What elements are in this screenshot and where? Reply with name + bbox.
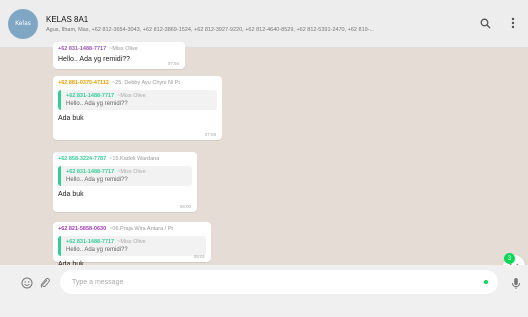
quoted-message[interactable]: +62 831-1488-7717 ~Miss Olive Hello.. Ada… [58,166,192,186]
sender-phone: +62 821-5858-0630 [58,226,107,232]
message-text: Hello.. Ada yg remidi?? [58,56,130,63]
quote-phone: +62 831-1488-7717 [66,169,115,175]
quote-phone: +62 831-1488-7717 [66,239,115,245]
chat-header[interactable]: Kelas KELAS 8A1 Agus, Ilham, Mas, +62 81… [0,0,528,48]
quote-sender: +62 831-1488-7717 ~Miss Olive [66,93,212,99]
quoted-message[interactable]: +62 831-1488-7717 ~Miss Olive Hello.. Ada… [58,236,206,256]
sender-name: ~06.Praja Wira Antara / Pt [109,226,173,232]
message-bubble[interactable]: +62 831-1488-7717 ~Miss Olive Hello.. Ada… [53,42,185,69]
unread-badge: 3 [504,253,515,264]
quote-name: ~Miss Olive [117,169,146,175]
search-icon[interactable] [478,16,492,30]
composer-bar: Type a message [0,265,528,317]
quote-text: Hello.. Ada yg remidi?? [66,247,128,253]
group-name: KELAS 8A1 [46,14,89,24]
message-sender: +62 858-3224-7787 ~15.Kadek Wardana [58,156,192,162]
message-time: 07:58 [204,132,216,137]
status-dot [484,280,488,284]
message-sender: +62 831-1488-7717 ~Miss Olive [58,46,180,52]
quote-text: Hello.. Ada yg remidi?? [66,177,128,183]
sender-name: ~Miss Olive [109,46,138,52]
message-bubble[interactable]: +62 881-0375-47112 ~25. Debby Ayu Chyni N… [53,76,222,140]
quote-text: Hello.. Ada yg remidi?? [66,101,128,107]
message-sender: +62 821-5858-0630 ~06.Praja Wira Antara /… [58,226,206,232]
message-time: 08:00 [179,204,191,209]
group-members: Agus, Ilham, Mas, +62 812-3654-3043, +62… [46,26,375,33]
quote-phone: +62 831-1488-7717 [66,93,115,99]
group-avatar[interactable]: Kelas [8,8,38,39]
menu-icon[interactable] [506,16,520,30]
sender-name: ~25. Debby Ayu Chyni Ni Pt [111,80,180,86]
message-bubble[interactable]: +62 858-3224-7787 ~15.Kadek Wardana +62 8… [53,152,197,212]
chat-info[interactable]: KELAS 8A1 Agus, Ilham, Mas, +62 812-3654… [46,15,486,33]
message-bubble[interactable]: +62 821-5858-0630 ~06.Praja Wira Antara /… [53,222,211,268]
message-list[interactable]: +62 831-1488-7717 ~Miss Olive Hello.. Ada… [0,42,528,268]
attach-icon[interactable] [38,276,52,290]
message-time: 07:56 [167,61,179,66]
quote-sender: +62 831-1488-7717 ~Miss Olive [66,239,201,245]
message-sender: +62 881-0375-47112 ~25. Debby Ayu Chyni N… [58,80,217,86]
message-input[interactable]: Type a message [60,270,498,294]
message-text: Ada buk [58,191,84,198]
mic-icon[interactable] [509,276,523,290]
quote-sender: +62 831-1488-7717 ~Miss Olive [66,169,187,175]
sender-name: ~15.Kadek Wardana [109,156,160,162]
emoji-icon[interactable] [20,276,34,290]
quoted-message[interactable]: +62 831-1488-7717 ~Miss Olive Hello.. Ada… [58,90,217,110]
message-input-placeholder: Type a message [72,278,124,286]
quote-name: ~Miss Olive [117,239,146,245]
sender-phone: +62 881-0375-47112 [58,80,109,86]
sender-phone: +62 831-1488-7717 [58,46,107,52]
message-time: 08:01 [193,254,205,259]
avatar-label: Kelas [15,20,31,27]
message-text: Ada buk [58,115,84,122]
sender-phone: +62 858-3224-7787 [58,156,107,162]
quote-name: ~Miss Olive [117,93,146,99]
